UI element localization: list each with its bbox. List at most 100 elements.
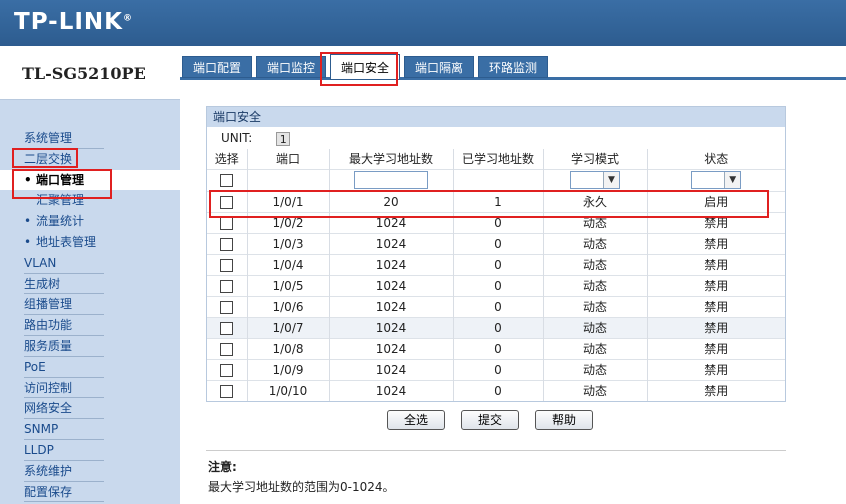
table-row: 1/0/1 20 1 永久 启用 [207,190,785,212]
unit-row: UNIT: 1 [207,127,785,149]
cell-learned: 0 [453,274,544,296]
status-select[interactable]: ▼ [691,171,742,189]
cell-status: 禁用 [647,295,785,317]
tab-bar: 端口配置 端口监控 端口安全 端口隔离 环路监测 [180,54,846,80]
select-cell [207,190,248,212]
sidebar-menu: 系统管理 二层交换 • 端口管理 汇聚管理 • 流量统计 • 地址表管理 VLAN 生成树 组播管理路… [0,128,180,503]
cell-mode: 动态 [543,337,648,359]
cell-mode: 动态 [543,211,648,233]
col-port: 端口 [247,149,330,169]
sidebar-item[interactable]: 系统管理 [0,128,180,149]
sidebar-item-label: 二层交换 [24,151,73,166]
bullet-icon: • [24,214,32,229]
cell-max: 1024 [329,337,454,359]
sidebar-item[interactable]: 二层交换 [0,149,180,170]
table-row: 1/0/2 1024 0 动态 禁用 [207,211,785,233]
row-checkbox[interactable] [220,363,234,377]
table-row: 1/0/6 1024 0 动态 禁用 [207,295,785,317]
sidebar-item[interactable]: 系统维护 [0,461,180,482]
row-checkbox[interactable] [220,258,234,272]
row-checkbox[interactable] [220,342,234,356]
sidebar-item-label: 生成树 [24,276,61,291]
col-status: 状态 [704,152,729,167]
cell-status: 禁用 [647,358,785,380]
sidebar-item[interactable]: 汇聚管理 [0,190,180,211]
table-row: 1/0/3 1024 0 动态 禁用 [207,232,785,254]
cell-status: 禁用 [647,316,785,338]
sidebar-item[interactable]: PoE [0,357,180,378]
cell-max: 20 [329,190,454,212]
chevron-down-icon: ▼ [724,172,741,188]
tab-port-isolation[interactable]: 端口隔离 [404,56,475,78]
sidebar-item[interactable]: LLDP [0,440,180,461]
sidebar-item[interactable]: VLAN [0,253,180,274]
sidebar-item[interactable]: 访问控制 [0,378,180,399]
cell-max: 1024 [329,232,454,254]
help-button[interactable]: 帮助 [535,410,593,430]
tab-port-config[interactable]: 端口配置 [182,56,253,78]
sidebar-item[interactable]: 路由功能 [0,315,180,336]
submit-button[interactable]: 提交 [461,410,519,430]
table-row: 1/0/10 1024 0 动态 禁用 [207,379,785,401]
cell-port: 1/0/5 [247,274,330,296]
tp-link-logo: TP-LINK® [14,9,133,35]
row-checkbox[interactable] [220,237,234,251]
sidebar-item[interactable]: • 地址表管理 [0,232,180,253]
sidebar-item[interactable]: 生成树 [0,274,180,295]
model-name: TL-SG5210PE [22,64,146,83]
cell-status: 禁用 [647,337,785,359]
tab-port-security[interactable]: 端口安全 [330,54,401,80]
menu-underline [24,501,104,503]
cell-max: 1024 [329,316,454,338]
select-all-button[interactable]: 全选 [387,410,445,430]
row-checkbox[interactable] [220,279,234,293]
select-all-checkbox[interactable] [220,174,234,187]
cell-status: 禁用 [647,274,785,296]
cell-max: 1024 [329,379,454,401]
cell-learned: 1 [453,190,544,212]
tab-port-monitor[interactable]: 端口监控 [256,56,327,78]
sidebar-item[interactable]: 配置保存 [0,482,180,503]
tab-loop-detection[interactable]: 环路监测 [478,56,549,78]
sidebar-item[interactable]: 服务质量 [0,336,180,357]
max-learn-input[interactable] [354,171,428,189]
select-cell [207,295,248,317]
col-select: 选择 [207,149,248,169]
cell-max: 1024 [329,253,454,275]
sidebar-item-label: 路由功能 [24,318,73,333]
cell-status: 启用 [647,190,785,212]
cell-max: 1024 [329,274,454,296]
row-checkbox[interactable] [220,321,234,335]
sidebar-item[interactable]: 组播管理 [0,294,180,316]
cell-status: 禁用 [647,232,785,254]
table-row: 1/0/7 1024 0 动态 禁用 [207,316,785,338]
table-row: 1/0/5 1024 0 动态 禁用 [207,274,785,296]
sidebar-item[interactable]: • 流量统计 [0,211,180,232]
sidebar-item[interactable]: 网络安全 [0,398,180,420]
row-checkbox[interactable] [220,300,234,314]
filter-row: ▼ ▼ [207,168,785,191]
sidebar-item-label: PoE [24,359,46,374]
sidebar-item-label: 地址表管理 [36,234,97,249]
select-cell [207,211,248,233]
note-text: 最大学习地址数的范围为0-1024。 [208,480,395,494]
row-checkbox[interactable] [220,195,234,209]
row-checkbox[interactable] [220,384,234,398]
learn-mode-select[interactable]: ▼ [570,171,620,189]
cell-mode: 动态 [543,379,648,401]
cell-mode: 动态 [543,358,648,380]
select-cell [207,379,248,401]
sidebar-item-label: LLDP [24,442,54,457]
unit-label: UNIT: [221,131,253,145]
sidebar-item[interactable]: • 端口管理 [0,169,180,191]
cell-port: 1/0/3 [247,232,330,254]
unit-selector[interactable]: 1 [276,131,291,146]
sidebar-item[interactable]: SNMP [0,419,180,440]
sidebar: TL-SG5210PE 系统管理 二层交换 • 端口管理 汇聚管理 • 流量统计 • 地址表管理… [0,46,180,504]
bullet-icon: • [24,172,32,187]
sidebar-item-label: 端口管理 [36,172,85,187]
note-divider [206,450,786,451]
row-checkbox[interactable] [220,216,234,230]
cell-learned: 0 [453,337,544,359]
cell-mode: 动态 [543,274,648,296]
